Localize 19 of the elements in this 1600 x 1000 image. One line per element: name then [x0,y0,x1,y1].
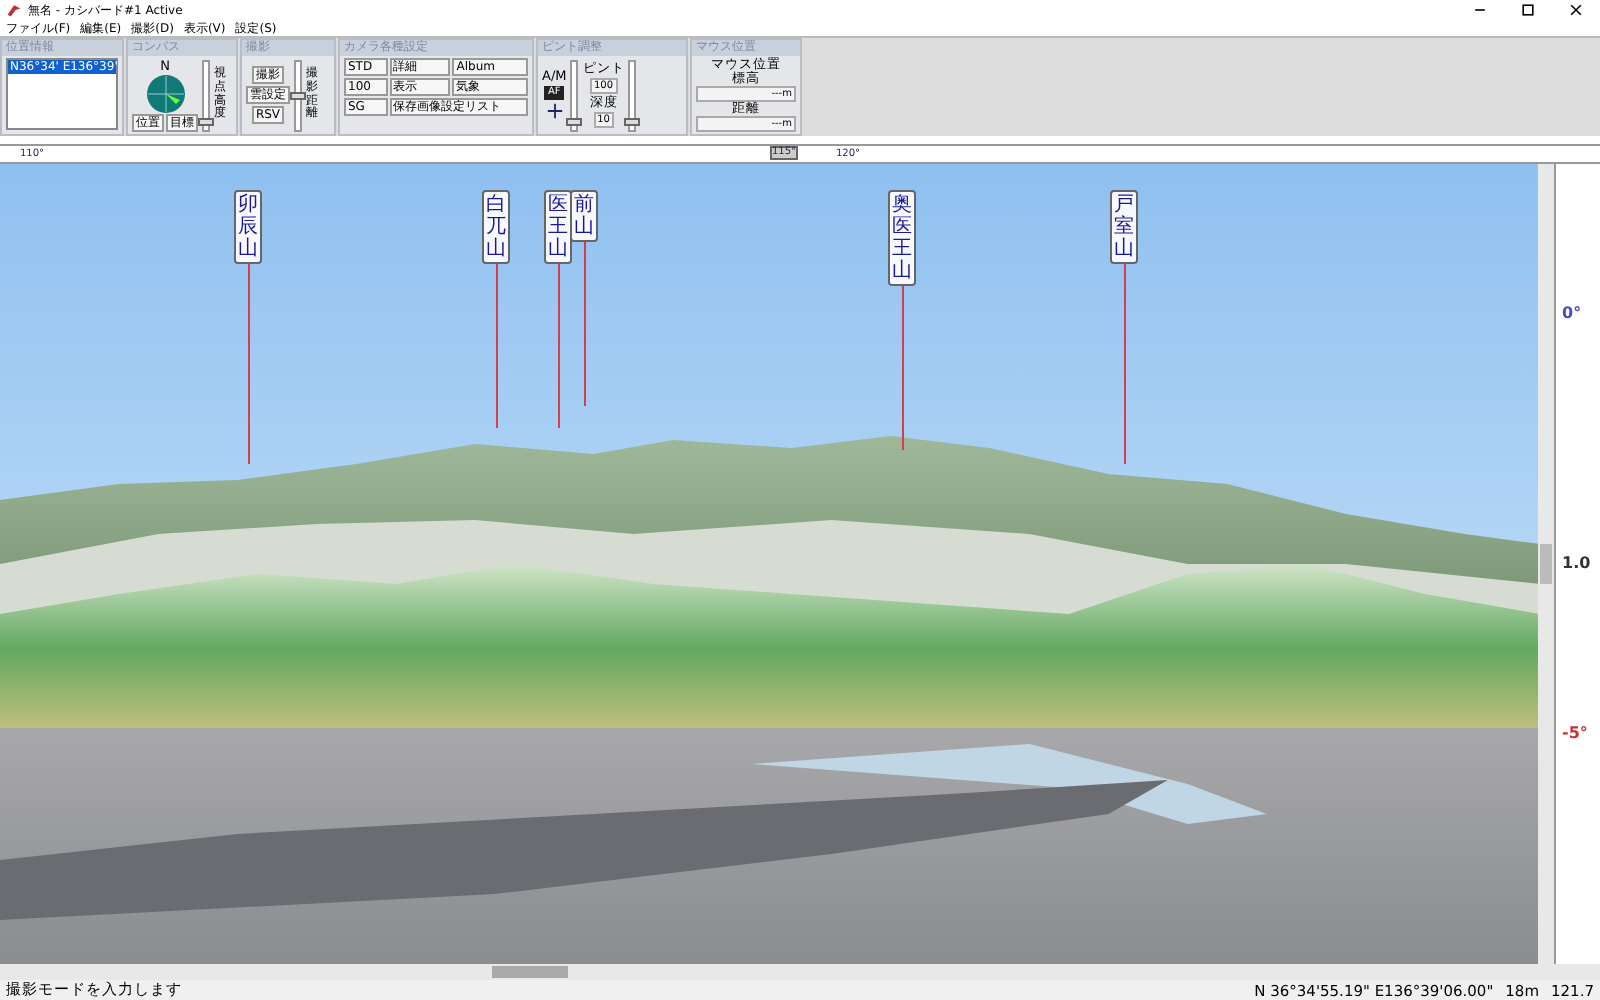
ruler-label: -5° [1562,724,1588,742]
slider-thumb[interactable] [290,91,306,99]
vertical-scrollbar[interactable] [1538,164,1555,964]
close-icon[interactable] [1568,2,1584,18]
ruler-label: 1.0 [1562,554,1591,572]
slider-thumb[interactable] [198,118,214,127]
ruler-label: 0° [1562,304,1582,322]
peak-label: 奥医王山 [888,190,916,286]
slider-thumb[interactable] [566,117,583,126]
maximize-icon[interactable] [1520,2,1536,18]
horizontal-scrollbar[interactable] [0,964,1600,980]
slider-thumb[interactable] [624,117,641,126]
peak-label: 戸室山 [1110,190,1138,264]
peak-label: 白兀山 [482,190,510,264]
peak-label: 医王山 [544,190,572,264]
peak-label: 前山 [570,190,598,242]
compass-icon[interactable] [145,73,185,113]
peak-label: 卯辰山 [234,190,262,264]
crosshair-icon[interactable] [545,102,564,120]
